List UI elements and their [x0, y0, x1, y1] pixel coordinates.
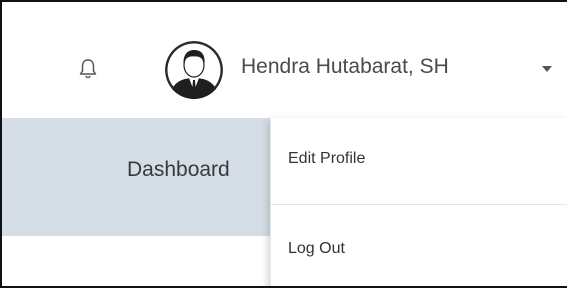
app-frame: Hendra Hutabarat, SH Dashboard · · · Edi…	[0, 0, 567, 288]
user-dropdown-menu: Edit Profile Log Out	[270, 118, 567, 286]
caret-down-icon[interactable]	[542, 66, 552, 72]
dashboard-link[interactable]: Dashboard	[127, 158, 230, 182]
menu-divider	[271, 204, 567, 205]
log-out-menu-item[interactable]: Log Out	[271, 240, 567, 258]
edit-profile-menu-item[interactable]: Edit Profile	[271, 150, 567, 168]
user-avatar[interactable]	[165, 41, 223, 99]
bell-icon[interactable]	[78, 58, 98, 80]
top-navbar: Hendra Hutabarat, SH	[2, 2, 567, 118]
user-name[interactable]: Hendra Hutabarat, SH	[241, 55, 449, 79]
